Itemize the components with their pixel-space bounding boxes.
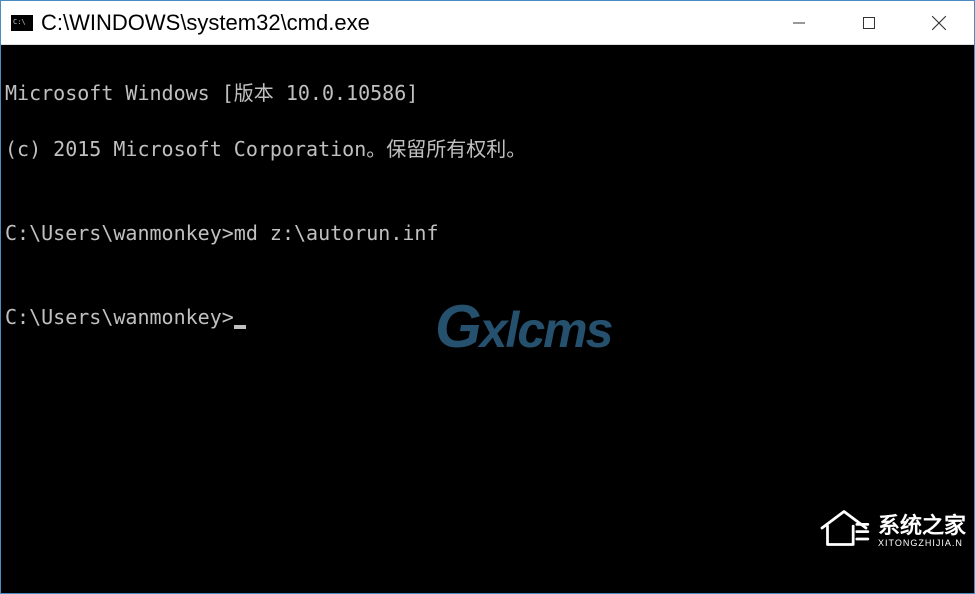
terminal-prompt-line: C:\Users\wanmonkey>md z:\autorun.inf bbox=[5, 219, 970, 247]
terminal-area[interactable]: Microsoft Windows [版本 10.0.10586] (c) 20… bbox=[1, 45, 974, 593]
window-title: C:\WINDOWS\system32\cmd.exe bbox=[41, 10, 764, 36]
window-controls bbox=[764, 1, 974, 44]
minimize-button[interactable] bbox=[764, 1, 834, 44]
prompt-command: md z:\autorun.inf bbox=[234, 221, 439, 245]
maximize-button[interactable] bbox=[834, 1, 904, 44]
terminal-prompt-line: C:\Users\wanmonkey> bbox=[5, 303, 970, 331]
watermark-bottom-right: 系统之家 XITONGZHIJIA.N bbox=[720, 478, 966, 585]
cursor bbox=[234, 325, 246, 329]
prompt-path: C:\Users\wanmonkey> bbox=[5, 305, 234, 329]
terminal-output-line: (c) 2015 Microsoft Corporation。保留所有权利。 bbox=[5, 135, 970, 163]
watermark-text: 系统之家 XITONGZHIJIA.N bbox=[878, 514, 966, 548]
cmd-icon: C:\ bbox=[11, 15, 33, 31]
close-button[interactable] bbox=[904, 1, 974, 44]
titlebar[interactable]: C:\ C:\WINDOWS\system32\cmd.exe bbox=[1, 1, 974, 45]
cmd-window: C:\ C:\WINDOWS\system32\cmd.exe Microsof… bbox=[0, 0, 975, 594]
watermark-main-text: 系统之家 bbox=[878, 514, 966, 538]
house-icon bbox=[720, 478, 872, 585]
watermark-sub-text: XITONGZHIJIA.N bbox=[878, 539, 966, 549]
terminal-output-line: Microsoft Windows [版本 10.0.10586] bbox=[5, 79, 970, 107]
prompt-path: C:\Users\wanmonkey> bbox=[5, 221, 234, 245]
